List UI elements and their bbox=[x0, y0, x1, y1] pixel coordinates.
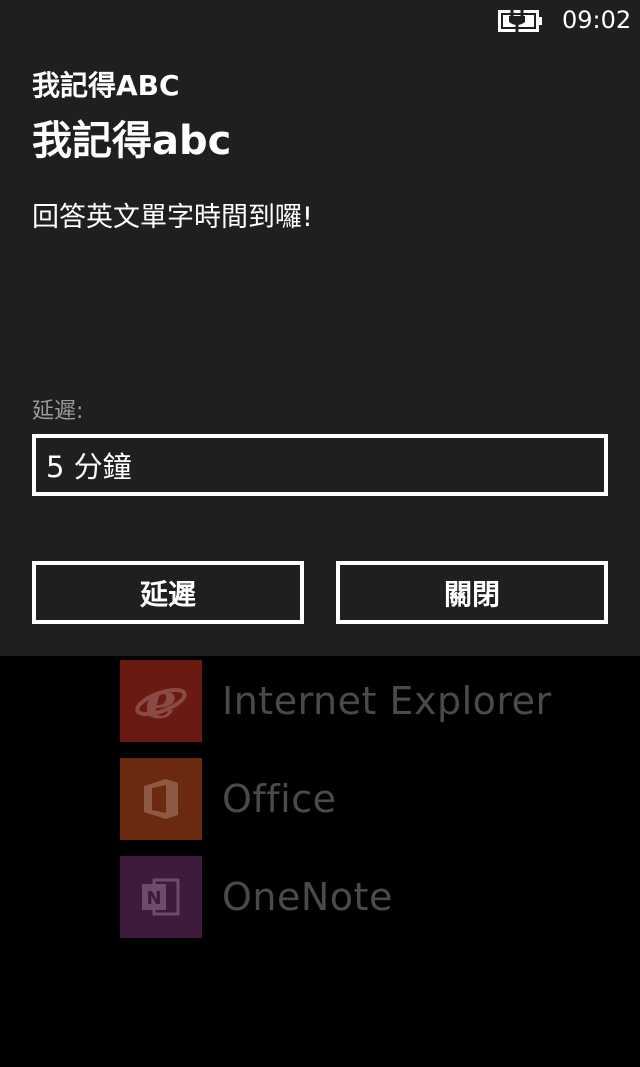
status-bar: 09:02 bbox=[0, 0, 640, 44]
snooze-duration-picker[interactable]: 5 分鐘 bbox=[32, 434, 608, 496]
app-list-item-office[interactable]: Office bbox=[120, 758, 620, 840]
reminder-message: 回答英文單字時間到囉! bbox=[32, 202, 313, 233]
onenote-tile[interactable]: N bbox=[120, 856, 202, 938]
app-name: OneNote bbox=[222, 875, 393, 919]
snooze-duration-value: 5 分鐘 bbox=[46, 450, 132, 484]
snooze-label: 延遲: bbox=[32, 399, 84, 424]
app-name-label: 我記得ABC bbox=[32, 69, 180, 102]
office-icon bbox=[144, 779, 178, 819]
svg-text:e: e bbox=[145, 674, 177, 728]
app-list-item-onenote[interactable]: N OneNote bbox=[120, 856, 620, 938]
clock: 09:02 bbox=[562, 6, 632, 34]
dismiss-button[interactable]: 關閉 bbox=[336, 561, 608, 624]
snooze-button[interactable]: 延遲 bbox=[32, 561, 304, 624]
reminder-title: 我記得abc bbox=[32, 118, 232, 164]
phone-screen: e Internet Explorer Office N OneNote 09:… bbox=[0, 0, 640, 1067]
app-list: e Internet Explorer Office N OneNote bbox=[0, 656, 640, 1067]
internet-explorer-icon: e bbox=[135, 674, 187, 728]
svg-text:N: N bbox=[146, 888, 161, 909]
office-tile[interactable] bbox=[120, 758, 202, 840]
onenote-icon: N bbox=[142, 878, 180, 916]
reminder-dialog: 09:02 我記得ABC 我記得abc 回答英文單字時間到囉! 延遲: 5 分鐘… bbox=[0, 0, 640, 656]
app-list-item-internet-explorer[interactable]: e Internet Explorer bbox=[120, 660, 620, 742]
battery-charging-icon bbox=[498, 9, 542, 33]
internet-explorer-tile[interactable]: e bbox=[120, 660, 202, 742]
app-name: Internet Explorer bbox=[222, 679, 552, 723]
app-name: Office bbox=[222, 777, 337, 821]
